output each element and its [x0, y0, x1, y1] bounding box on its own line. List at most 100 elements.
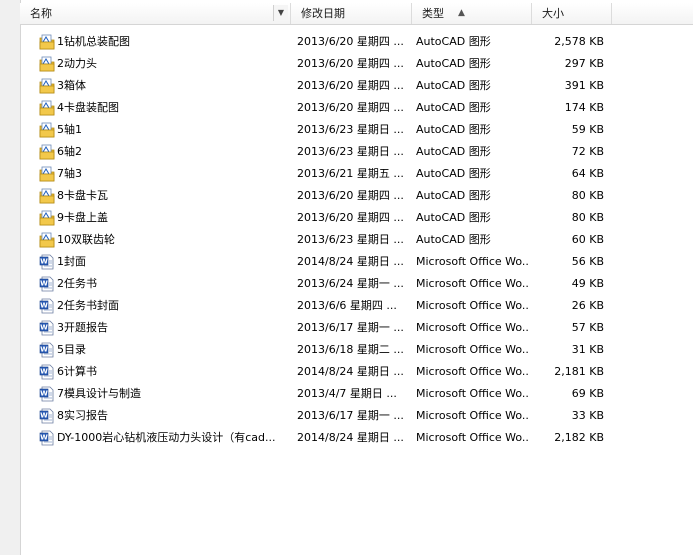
autocad-drawing-icon [39, 144, 55, 160]
column-header-type[interactable]: 类型 ▲ [412, 3, 532, 24]
file-size: 57 KB [571, 321, 604, 334]
file-size: 72 KB [571, 145, 604, 158]
file-type: Microsoft Office Wo... [416, 409, 530, 422]
file-name: 7模具设计与制造 [57, 387, 141, 400]
word-document-icon: W [39, 320, 55, 336]
file-type: Microsoft Office Wo... [416, 365, 530, 378]
file-type: Microsoft Office Wo... [416, 343, 530, 356]
file-type: Microsoft Office Wo... [416, 299, 530, 312]
autocad-drawing-icon [39, 210, 55, 226]
file-size: 174 KB [564, 101, 604, 114]
file-name: 9卡盘上盖 [57, 211, 108, 224]
autocad-drawing-icon [39, 56, 55, 72]
file-size: 60 KB [571, 233, 604, 246]
file-type: AutoCAD 图形 [416, 167, 491, 180]
file-row[interactable]: 7轴3 2013/6/21 星期五 ... AutoCAD 图形 64 KB [20, 163, 693, 185]
file-name: 5目录 [57, 343, 86, 356]
file-row[interactable]: 4卡盘装配图 2013/6/20 星期四 ... AutoCAD 图形 174 KB [20, 97, 693, 119]
column-header-name[interactable]: 名称 ▼ [20, 3, 291, 24]
svg-text:W: W [40, 324, 48, 332]
file-name: 8卡盘卡瓦 [57, 189, 108, 202]
file-date: 2013/6/23 星期日 ... [297, 145, 404, 158]
file-type: AutoCAD 图形 [416, 79, 491, 92]
autocad-drawing-icon [39, 34, 55, 50]
file-date: 2013/6/23 星期日 ... [297, 233, 404, 246]
file-date: 2014/8/24 星期日 ... [297, 255, 404, 268]
word-document-icon: W [39, 298, 55, 314]
file-name: 7轴3 [57, 167, 82, 180]
autocad-drawing-icon [39, 188, 55, 204]
file-size: 2,578 KB [554, 35, 604, 48]
svg-text:W: W [40, 258, 48, 266]
file-date: 2013/6/17 星期一 ... [297, 409, 404, 422]
svg-text:W: W [40, 346, 48, 354]
column-header-filler [612, 3, 693, 24]
file-row[interactable]: 10双联齿轮 2013/6/23 星期日 ... AutoCAD 图形 60 KB [20, 229, 693, 251]
file-date: 2014/8/24 星期日 ... [297, 431, 404, 444]
file-row[interactable]: W DY-1000岩心钻机液压动力头设计（有cad... 2014/8/24 星期日… [20, 427, 693, 449]
file-row[interactable]: W 8实习报告 2013/6/17 星期一 ... Microsoft Office … [20, 405, 693, 427]
file-name: 8实习报告 [57, 409, 108, 422]
column-header-date[interactable]: 修改日期 [291, 3, 412, 24]
file-size: 49 KB [571, 277, 604, 290]
autocad-drawing-icon [39, 166, 55, 182]
file-row[interactable]: 2动力头 2013/6/20 星期四 ... AutoCAD 图形 297 KB [20, 53, 693, 75]
file-row[interactable]: W 2任务书 2013/6/24 星期一 ... Microsoft Office W… [20, 273, 693, 295]
file-size: 64 KB [571, 167, 604, 180]
file-size: 59 KB [571, 123, 604, 136]
file-row[interactable]: 3箱体 2013/6/20 星期四 ... AutoCAD 图形 391 KB [20, 75, 693, 97]
word-document-icon: W [39, 254, 55, 270]
file-type: AutoCAD 图形 [416, 101, 491, 114]
file-list[interactable]: 1钻机总装配图 2013/6/20 星期四 ... AutoCAD 图形 2,578 … [20, 31, 693, 449]
file-name: 10双联齿轮 [57, 233, 115, 246]
file-type: AutoCAD 图形 [416, 35, 491, 48]
file-type: AutoCAD 图形 [416, 189, 491, 202]
file-size: 391 KB [564, 79, 604, 92]
file-size: 33 KB [571, 409, 604, 422]
file-date: 2013/6/20 星期四 ... [297, 79, 404, 92]
file-name: 3箱体 [57, 79, 86, 92]
file-name: 5轴1 [57, 123, 82, 136]
file-size: 56 KB [571, 255, 604, 268]
file-name: 2动力头 [57, 57, 97, 70]
file-date: 2014/8/24 星期日 ... [297, 365, 404, 378]
file-type: AutoCAD 图形 [416, 211, 491, 224]
file-date: 2013/6/17 星期一 ... [297, 321, 404, 334]
word-document-icon: W [39, 386, 55, 402]
file-row[interactable]: 1钻机总装配图 2013/6/20 星期四 ... AutoCAD 图形 2,578 … [20, 31, 693, 53]
file-date: 2013/6/20 星期四 ... [297, 211, 404, 224]
autocad-drawing-icon [39, 232, 55, 248]
svg-text:W: W [40, 368, 48, 376]
file-row[interactable]: 5轴1 2013/6/23 星期日 ... AutoCAD 图形 59 KB [20, 119, 693, 141]
word-document-icon: W [39, 408, 55, 424]
file-row[interactable]: 6轴2 2013/6/23 星期日 ... AutoCAD 图形 72 KB [20, 141, 693, 163]
file-date: 2013/6/20 星期四 ... [297, 101, 404, 114]
file-size: 26 KB [571, 299, 604, 312]
column-header-bar: 名称 ▼ 修改日期 类型 ▲ 大小 [20, 3, 693, 25]
file-type: Microsoft Office Wo... [416, 277, 530, 290]
filter-dropdown-icon[interactable]: ▼ [273, 5, 288, 21]
file-type: AutoCAD 图形 [416, 233, 491, 246]
file-name: 1钻机总装配图 [57, 35, 130, 48]
file-row[interactable]: W 1封面 2014/8/24 星期日 ... Microsoft Office Wo… [20, 251, 693, 273]
file-size: 2,181 KB [554, 365, 604, 378]
file-size: 2,182 KB [554, 431, 604, 444]
file-row[interactable]: 8卡盘卡瓦 2013/6/20 星期四 ... AutoCAD 图形 80 KB [20, 185, 693, 207]
file-size: 69 KB [571, 387, 604, 400]
autocad-drawing-icon [39, 78, 55, 94]
file-row[interactable]: W 2任务书封面 2013/6/6 星期四 ... Microsoft Office … [20, 295, 693, 317]
file-row[interactable]: W 6计算书 2014/8/24 星期日 ... Microsoft Office W… [20, 361, 693, 383]
file-row[interactable]: 9卡盘上盖 2013/6/20 星期四 ... AutoCAD 图形 80 KB [20, 207, 693, 229]
file-type: AutoCAD 图形 [416, 123, 491, 136]
file-date: 2013/4/7 星期日 ... [297, 387, 397, 400]
file-row[interactable]: W 5目录 2013/6/18 星期二 ... Microsoft Office Wo… [20, 339, 693, 361]
column-header-size[interactable]: 大小 [532, 3, 612, 24]
file-type: Microsoft Office Wo... [416, 431, 530, 444]
file-row[interactable]: W 7模具设计与制造 2013/4/7 星期日 ... Microsoft Offic… [20, 383, 693, 405]
file-type: AutoCAD 图形 [416, 145, 491, 158]
word-document-icon: W [39, 276, 55, 292]
file-name: DY-1000岩心钻机液压动力头设计（有cad... [57, 431, 276, 444]
file-row[interactable]: W 3开题报告 2013/6/17 星期一 ... Microsoft Office … [20, 317, 693, 339]
file-name: 6轴2 [57, 145, 82, 158]
autocad-drawing-icon [39, 122, 55, 138]
